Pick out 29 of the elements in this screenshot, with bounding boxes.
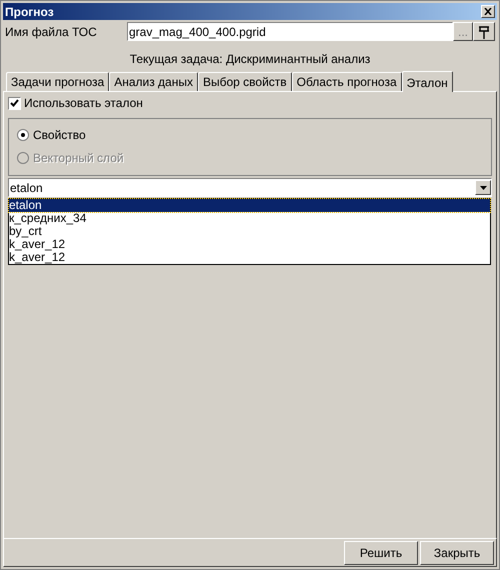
dropdown-option[interactable]: etalon bbox=[9, 199, 490, 212]
checkbox-label: Использовать эталон bbox=[24, 95, 143, 112]
dialog-button[interactable]: Решить bbox=[344, 540, 418, 564]
tab[interactable]: Задачи прогноза bbox=[6, 72, 110, 91]
check-icon bbox=[10, 98, 19, 108]
pin-icon bbox=[478, 24, 490, 38]
current-task: Текущая задача: Дискриминантный анализ bbox=[130, 51, 370, 66]
tab[interactable]: Анализ даных bbox=[109, 72, 198, 91]
tab[interactable]: Область прогноза bbox=[292, 72, 402, 91]
radio-button[interactable] bbox=[17, 128, 29, 140]
checkbox[interactable] bbox=[8, 96, 21, 110]
dropdown-option[interactable]: k_aver_12 bbox=[9, 238, 490, 251]
tab[interactable]: Эталон bbox=[402, 71, 453, 92]
dropdown-option[interactable]: by_crt bbox=[9, 225, 490, 238]
radio-label: Свойство bbox=[33, 126, 86, 144]
radio-label: Векторный слой bbox=[33, 150, 124, 166]
close-icon bbox=[484, 8, 492, 15]
caret-icon bbox=[480, 186, 486, 190]
tab[interactable]: Выбор свойств bbox=[198, 72, 292, 91]
file-field[interactable]: grav_mag_400_400.pgrid bbox=[127, 22, 453, 41]
file-label: Имя файла ТОС bbox=[5, 24, 98, 40]
dropdown-option[interactable]: к_средних_34 bbox=[9, 212, 490, 225]
dropdown-button[interactable] bbox=[475, 180, 491, 195]
pin-button[interactable] bbox=[473, 22, 495, 41]
close-button[interactable] bbox=[481, 5, 495, 18]
dialog-button[interactable]: Закрыть bbox=[420, 540, 494, 564]
dropdown-option[interactable]: k_aver_12 bbox=[9, 251, 490, 264]
combo-box[interactable]: etalon bbox=[8, 178, 492, 197]
window-title: Прогноз bbox=[5, 4, 54, 20]
